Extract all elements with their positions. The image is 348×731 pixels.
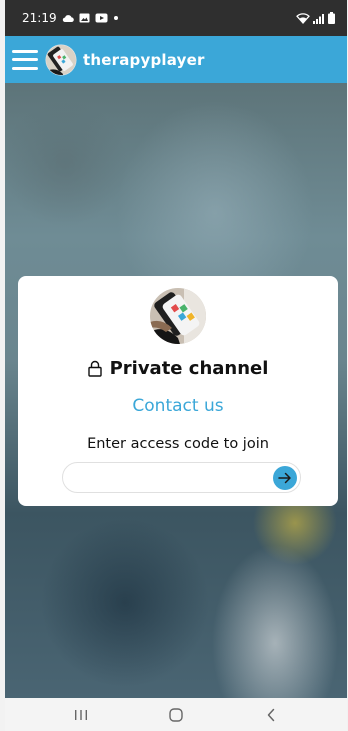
menu-line (12, 58, 38, 61)
access-code-label: Enter access code to join (87, 436, 269, 452)
status-right (296, 12, 335, 24)
status-left: 21:19 (22, 11, 119, 25)
wifi-icon (296, 12, 310, 24)
card-title-row: Private channel (18, 358, 338, 379)
submit-code-button[interactable] (273, 466, 297, 490)
signal-icon (313, 13, 324, 24)
image-icon (79, 13, 90, 23)
channel-avatar-icon (150, 288, 206, 344)
card-title: Private channel (109, 358, 269, 379)
app-title: therapyplayer (83, 50, 205, 69)
status-bar: 21:19 (5, 0, 347, 36)
arrow-right-icon (278, 472, 291, 484)
recent-apps-button[interactable] (61, 702, 101, 728)
dot-icon (113, 16, 118, 20)
back-button[interactable] (251, 702, 291, 728)
lock-icon (87, 360, 102, 377)
battery-icon (328, 12, 335, 24)
access-code-field-wrapper (62, 462, 301, 493)
contact-us-link[interactable]: Contact us (18, 396, 338, 416)
phone-screen: 21:19 therapyplayer Private channel Cont… (5, 0, 347, 731)
back-icon (268, 708, 275, 721)
cloud-icon (62, 14, 74, 22)
private-channel-card: Private channel Contact us Enter access … (18, 276, 338, 506)
recent-apps-icon (74, 709, 87, 720)
status-time: 21:19 (22, 11, 57, 25)
youtube-icon (95, 13, 108, 23)
home-button[interactable] (156, 702, 196, 728)
system-nav-bar (5, 698, 347, 731)
hamburger-menu-icon[interactable] (12, 49, 38, 70)
menu-line (12, 66, 38, 70)
home-icon (169, 707, 183, 722)
menu-line (12, 49, 38, 53)
app-bar: therapyplayer (5, 36, 347, 83)
access-code-input[interactable] (75, 468, 265, 488)
therapyplayer-logo-icon[interactable] (45, 44, 77, 76)
